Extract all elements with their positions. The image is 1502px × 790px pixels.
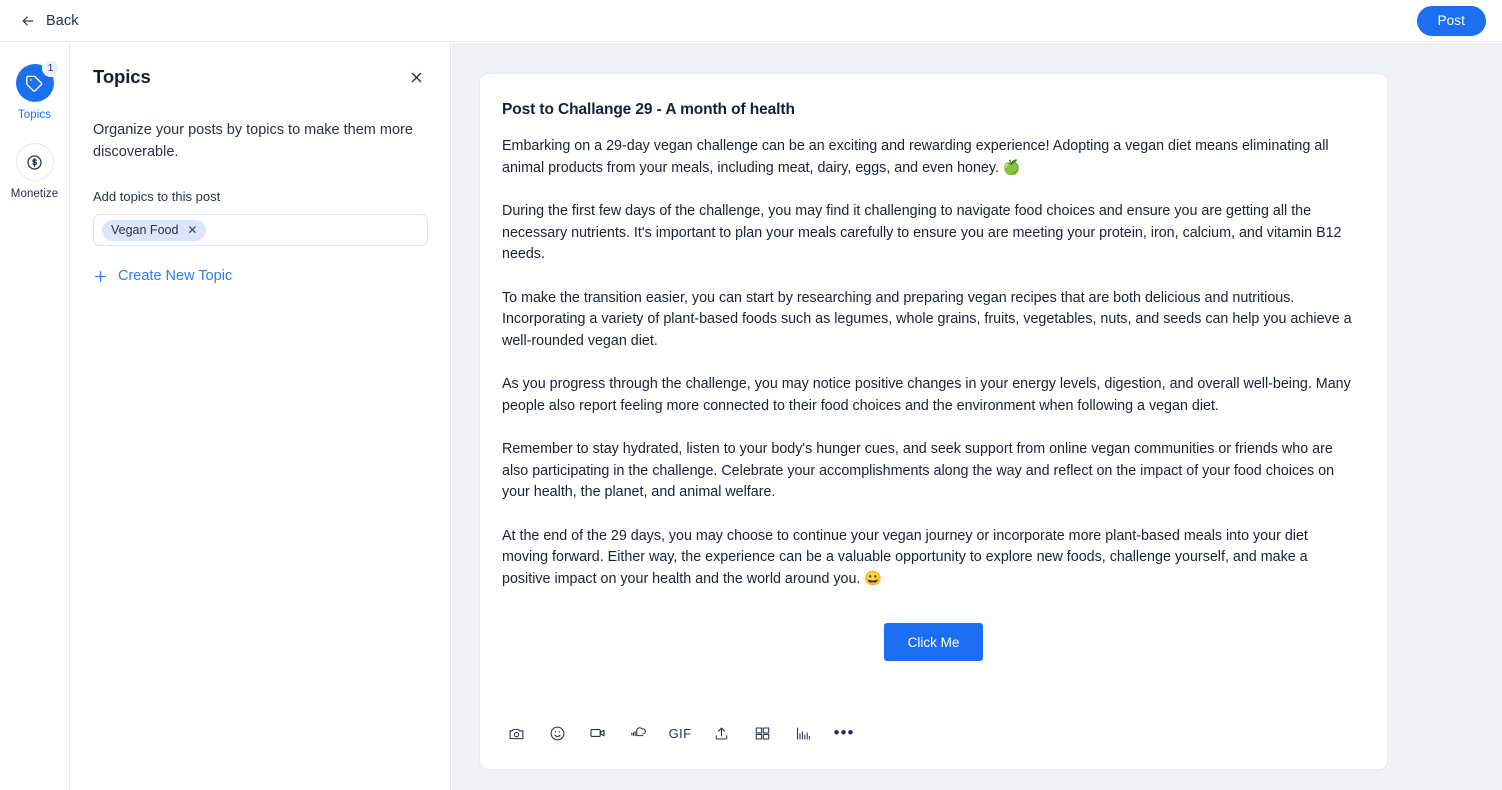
sidebar-item-monetize-label: Monetize bbox=[10, 188, 59, 200]
emoji-icon[interactable] bbox=[543, 721, 571, 745]
post-paragraph: At the end of the 29 days, you may choos… bbox=[502, 527, 1308, 587]
editor-stage: Post to Challange 29 - A month of health… bbox=[452, 43, 1502, 790]
sidebar-item-topics[interactable]: 1 Topics bbox=[0, 59, 70, 121]
topics-description: Organize your posts by topics to make th… bbox=[93, 122, 413, 160]
topics-input[interactable]: Vegan Food ✕ bbox=[93, 214, 428, 246]
close-small-icon[interactable]: ✕ bbox=[187, 224, 197, 236]
plus-icon bbox=[93, 269, 108, 284]
composer-toolbar: GIF ••• bbox=[502, 721, 858, 745]
cta-row: Click Me bbox=[502, 623, 1365, 661]
camera-icon[interactable] bbox=[502, 721, 530, 745]
upload-icon[interactable] bbox=[707, 721, 735, 745]
click-me-button[interactable]: Click Me bbox=[883, 623, 984, 661]
create-new-topic-button[interactable]: Create New Topic bbox=[93, 268, 232, 284]
soundcloud-icon[interactable] bbox=[625, 721, 653, 745]
post-card-title: Post to Challange 29 - A month of health bbox=[502, 101, 795, 118]
dollar-circle-icon bbox=[15, 143, 54, 181]
sidebar-rail: 1 Topics Monetize bbox=[0, 43, 70, 790]
page-title: Topics bbox=[93, 66, 151, 87]
back-label: Back bbox=[46, 12, 79, 29]
arrow-left-icon bbox=[20, 13, 36, 29]
post-card-body[interactable]: Embarking on a 29-day vegan challenge ca… bbox=[502, 136, 1365, 590]
close-icon[interactable] bbox=[405, 66, 427, 88]
more-options-label: ••• bbox=[833, 723, 855, 742]
add-topics-label: Add topics to this post bbox=[93, 189, 221, 204]
video-icon[interactable] bbox=[584, 721, 612, 745]
topic-chip-label: Vegan Food bbox=[111, 223, 179, 237]
topics-panel-header: Topics bbox=[93, 59, 427, 95]
topics-panel: Topics Organize your posts by topics to … bbox=[70, 43, 451, 790]
embed-grid-icon[interactable] bbox=[748, 721, 776, 745]
post-button[interactable]: Post bbox=[1416, 5, 1486, 36]
topics-icon-wrap: 1 bbox=[15, 59, 60, 102]
create-new-topic-label: Create New Topic bbox=[118, 268, 233, 284]
sidebar-item-monetize[interactable]: Monetize bbox=[0, 143, 70, 200]
topics-badge: 1 bbox=[41, 59, 60, 77]
topic-chip[interactable]: Vegan Food ✕ bbox=[102, 219, 207, 241]
gif-label: GIF bbox=[668, 725, 692, 741]
top-bar: Back Post bbox=[0, 0, 1502, 42]
sidebar-item-topics-label: Topics bbox=[17, 109, 52, 121]
monetize-icon-wrap bbox=[15, 143, 54, 181]
post-paragraph: As you progress through the challenge, y… bbox=[502, 376, 1351, 414]
post-paragraph: Remember to stay hydrated, listen to you… bbox=[502, 441, 1335, 500]
post-card: Post to Challange 29 - A month of health… bbox=[479, 73, 1388, 770]
gif-icon[interactable]: GIF bbox=[666, 721, 694, 745]
back-button[interactable]: Back bbox=[14, 9, 85, 33]
post-paragraph: During the first few days of the challen… bbox=[502, 203, 1342, 262]
post-paragraph: Embarking on a 29-day vegan challenge ca… bbox=[502, 138, 1329, 176]
more-options-icon[interactable]: ••• bbox=[830, 721, 858, 745]
poll-chart-icon[interactable] bbox=[789, 721, 817, 745]
post-paragraph: To make the transition easier, you can s… bbox=[502, 289, 1352, 349]
